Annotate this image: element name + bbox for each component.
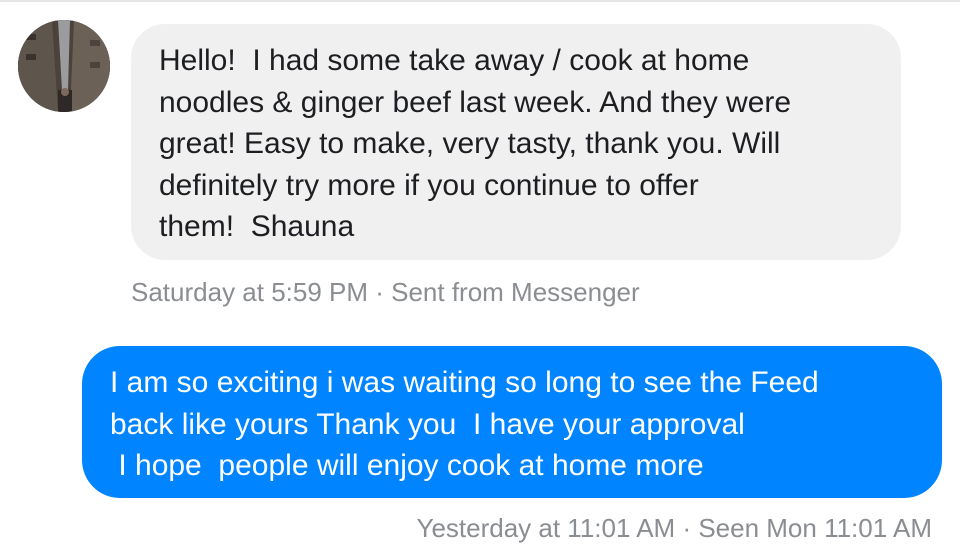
message-line: Hello! I had some take away / cook at ho… [159,44,750,77]
top-divider [0,0,960,2]
message-line: I hope people will enjoy cook at home mo… [110,449,704,482]
outgoing-message-status: Yesterday at 11:01 AM · Seen Mon 11:01 A… [416,513,932,543]
message-line: noodles & ginger beef last week. And the… [159,85,792,119]
incoming-message-bubble[interactable]: Hello! I had some take away / cook at ho… [131,24,901,260]
message-line: great! Easy to make, very tasty, thank y… [159,127,781,160]
outgoing-message-bubble[interactable]: I am so exciting i was waiting so long t… [82,346,942,498]
message-line: I am so exciting i was waiting so long t… [110,366,819,399]
message-line: definitely try more if you continue to o… [159,168,699,202]
message-line: them! Shauna [159,210,355,243]
message-line: back like yours Thank you I have your ap… [110,407,745,441]
sender-avatar[interactable] [18,20,110,112]
incoming-message-timestamp: Saturday at 5:59 PM · Sent from Messenge… [131,277,640,307]
